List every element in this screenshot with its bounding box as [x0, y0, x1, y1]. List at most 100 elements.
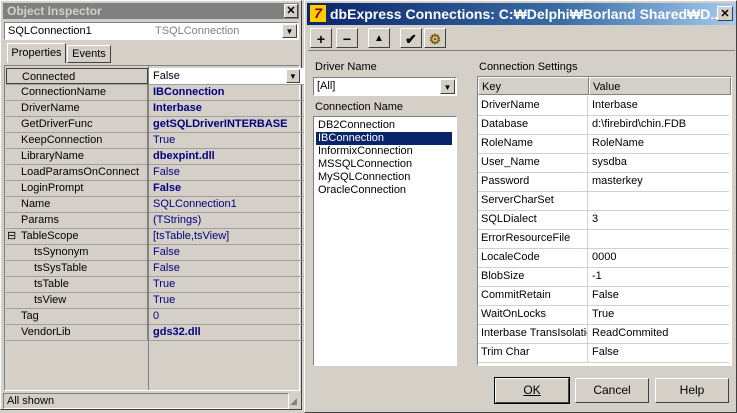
col-key-header[interactable]: Key — [478, 77, 589, 95]
setting-value[interactable]: False — [589, 343, 729, 362]
setting-value[interactable]: -1 — [589, 267, 729, 286]
property-value[interactable]: True — [149, 132, 304, 148]
resize-grip-icon[interactable]: ◢ — [290, 396, 301, 408]
cancel-button[interactable]: Cancel — [575, 378, 649, 403]
property-row[interactable]: tsView True — [6, 292, 304, 309]
property-row[interactable]: LoadParamsOnConnect False — [6, 164, 304, 181]
property-row[interactable]: GetDriverFunc getSQLDriverINTERBASE — [6, 116, 304, 133]
setting-value[interactable]: 0000 — [589, 248, 729, 267]
property-value[interactable]: IBConnection — [149, 84, 304, 100]
setting-value[interactable]: sysdba — [589, 153, 729, 172]
minus-icon: − — [342, 31, 352, 47]
property-row[interactable]: LoginPrompt False — [6, 180, 304, 197]
setting-value[interactable]: d:\firebird\chin.FDB — [589, 115, 729, 134]
property-value[interactable]: False — [149, 260, 304, 276]
dialog-close-button[interactable]: ✕ — [717, 6, 733, 21]
setting-row[interactable]: LocaleCode 0000 — [478, 248, 729, 268]
property-row[interactable]: ⊟ TableScope [tsTable,tsView] — [6, 228, 304, 245]
setting-value[interactable]: RoleName — [589, 134, 729, 153]
property-row[interactable]: KeepConnection True — [6, 132, 304, 149]
delete-connection-button[interactable]: − — [336, 28, 358, 48]
setting-row[interactable]: BlobSize -1 — [478, 267, 729, 287]
setting-row[interactable]: Interbase TransIsolation ReadCommited — [478, 324, 729, 344]
help-button[interactable]: Help — [655, 378, 729, 403]
setting-row[interactable]: User_Name sysdba — [478, 153, 729, 173]
connection-list-item[interactable]: DB2Connection — [316, 119, 452, 132]
setting-row[interactable]: DriverName Interbase — [478, 96, 729, 116]
property-row[interactable]: Name SQLConnection1 — [6, 196, 304, 213]
setting-row[interactable]: WaitOnLocks True — [478, 305, 729, 325]
diagnostics-button[interactable]: ⚙ — [424, 28, 446, 48]
property-row[interactable]: Tag 0 — [6, 308, 304, 325]
property-value[interactable]: getSQLDriverINTERBASE — [149, 116, 304, 132]
setting-value[interactable]: Interbase — [589, 96, 729, 115]
property-row[interactable]: Params (TStrings) — [6, 212, 304, 229]
setting-value[interactable] — [589, 191, 729, 210]
property-row[interactable]: Connected False ▼ — [6, 68, 304, 85]
connection-list[interactable]: DB2Connection IBConnection InformixConnect… — [313, 116, 457, 366]
property-value[interactable]: (TStrings) — [149, 212, 304, 228]
component-dropdown-button[interactable]: ▼ — [282, 24, 297, 38]
ok-button[interactable]: OK — [494, 377, 570, 404]
tab-events[interactable]: Events — [67, 45, 111, 63]
property-value[interactable]: Interbase — [149, 100, 304, 116]
property-value[interactable]: True — [149, 276, 304, 292]
setting-value[interactable]: False — [589, 286, 729, 305]
property-row[interactable]: ConnectionName IBConnection — [6, 84, 304, 101]
collapse-icon[interactable]: ⊟ — [7, 228, 16, 244]
setting-row[interactable]: Password masterkey — [478, 172, 729, 192]
property-value[interactable]: True — [149, 292, 304, 308]
property-value[interactable]: [tsTable,tsView] — [149, 228, 304, 244]
property-value[interactable]: False — [149, 68, 304, 84]
setting-value[interactable]: ReadCommited — [589, 324, 729, 343]
test-connection-button[interactable]: ✔ — [400, 28, 422, 48]
col-key-label: Key — [482, 81, 501, 93]
setting-row[interactable]: SQLDialect 3 — [478, 210, 729, 230]
setting-value[interactable]: masterkey — [589, 172, 729, 191]
add-connection-button[interactable]: + — [310, 28, 332, 48]
driver-name-select[interactable]: [All] ▼ — [313, 77, 457, 96]
setting-value[interactable]: 3 — [589, 210, 729, 229]
property-value[interactable]: False — [149, 164, 304, 180]
component-selector[interactable]: SQLConnection1 TSQLConnection ▼ — [4, 22, 299, 40]
col-value-label: Value — [593, 81, 621, 93]
setting-value[interactable] — [589, 229, 729, 248]
property-row[interactable]: VendorLib gds32.dll — [6, 324, 304, 341]
tab-properties-label: Properties — [11, 47, 62, 59]
property-row[interactable]: LibraryName dbexpint.dll — [6, 148, 304, 165]
setting-row[interactable]: Database d:\firebird\chin.FDB — [478, 115, 729, 135]
property-value[interactable]: False — [149, 244, 304, 260]
rename-connection-button[interactable]: ▲ — [368, 28, 390, 48]
connection-list-item[interactable]: OracleConnection — [316, 184, 452, 197]
property-row[interactable]: tsTable True — [6, 276, 304, 293]
setting-row[interactable]: Trim Char False — [478, 343, 729, 363]
dialog-titlebar: 7 dbExpress Connections: C:₩Delphi₩Borla… — [307, 3, 736, 25]
property-row[interactable]: tsSynonym False — [6, 244, 304, 261]
property-name: tsView — [6, 292, 148, 308]
setting-row[interactable]: CommitRetain False — [478, 286, 729, 306]
property-value[interactable]: dbexpint.dll — [149, 148, 304, 164]
setting-row[interactable]: RoleName RoleName — [478, 134, 729, 154]
property-row[interactable]: tsSysTable False — [6, 260, 304, 277]
col-value-header[interactable]: Value — [589, 77, 731, 95]
connection-list-item[interactable]: InformixConnection — [316, 145, 452, 158]
connection-list-item[interactable]: MySQLConnection — [316, 171, 452, 184]
inspector-close-button[interactable]: ✕ — [284, 4, 298, 18]
tab-properties[interactable]: Properties — [7, 43, 66, 63]
setting-row[interactable]: ErrorResourceFile — [478, 229, 729, 249]
setting-value[interactable]: True — [589, 305, 729, 324]
driver-dropdown-button[interactable]: ▼ — [440, 79, 455, 94]
setting-row[interactable]: ServerCharSet — [478, 191, 729, 211]
property-name-text: Params — [21, 214, 59, 226]
property-value[interactable]: False — [149, 180, 304, 196]
property-value[interactable]: SQLConnection1 — [149, 196, 304, 212]
property-value[interactable]: 0 — [149, 308, 304, 324]
property-row[interactable]: DriverName Interbase — [6, 100, 304, 117]
property-value[interactable]: gds32.dll — [149, 324, 304, 340]
property-name: ⊟ TableScope — [6, 228, 148, 244]
connection-list-item[interactable]: IBConnection — [316, 132, 452, 145]
property-name-text: LoginPrompt — [21, 182, 84, 194]
inspector-titlebar: Object Inspector ✕ — [3, 3, 299, 19]
value-dropdown-button[interactable]: ▼ — [286, 69, 300, 83]
connection-list-item[interactable]: MSSQLConnection — [316, 158, 452, 171]
